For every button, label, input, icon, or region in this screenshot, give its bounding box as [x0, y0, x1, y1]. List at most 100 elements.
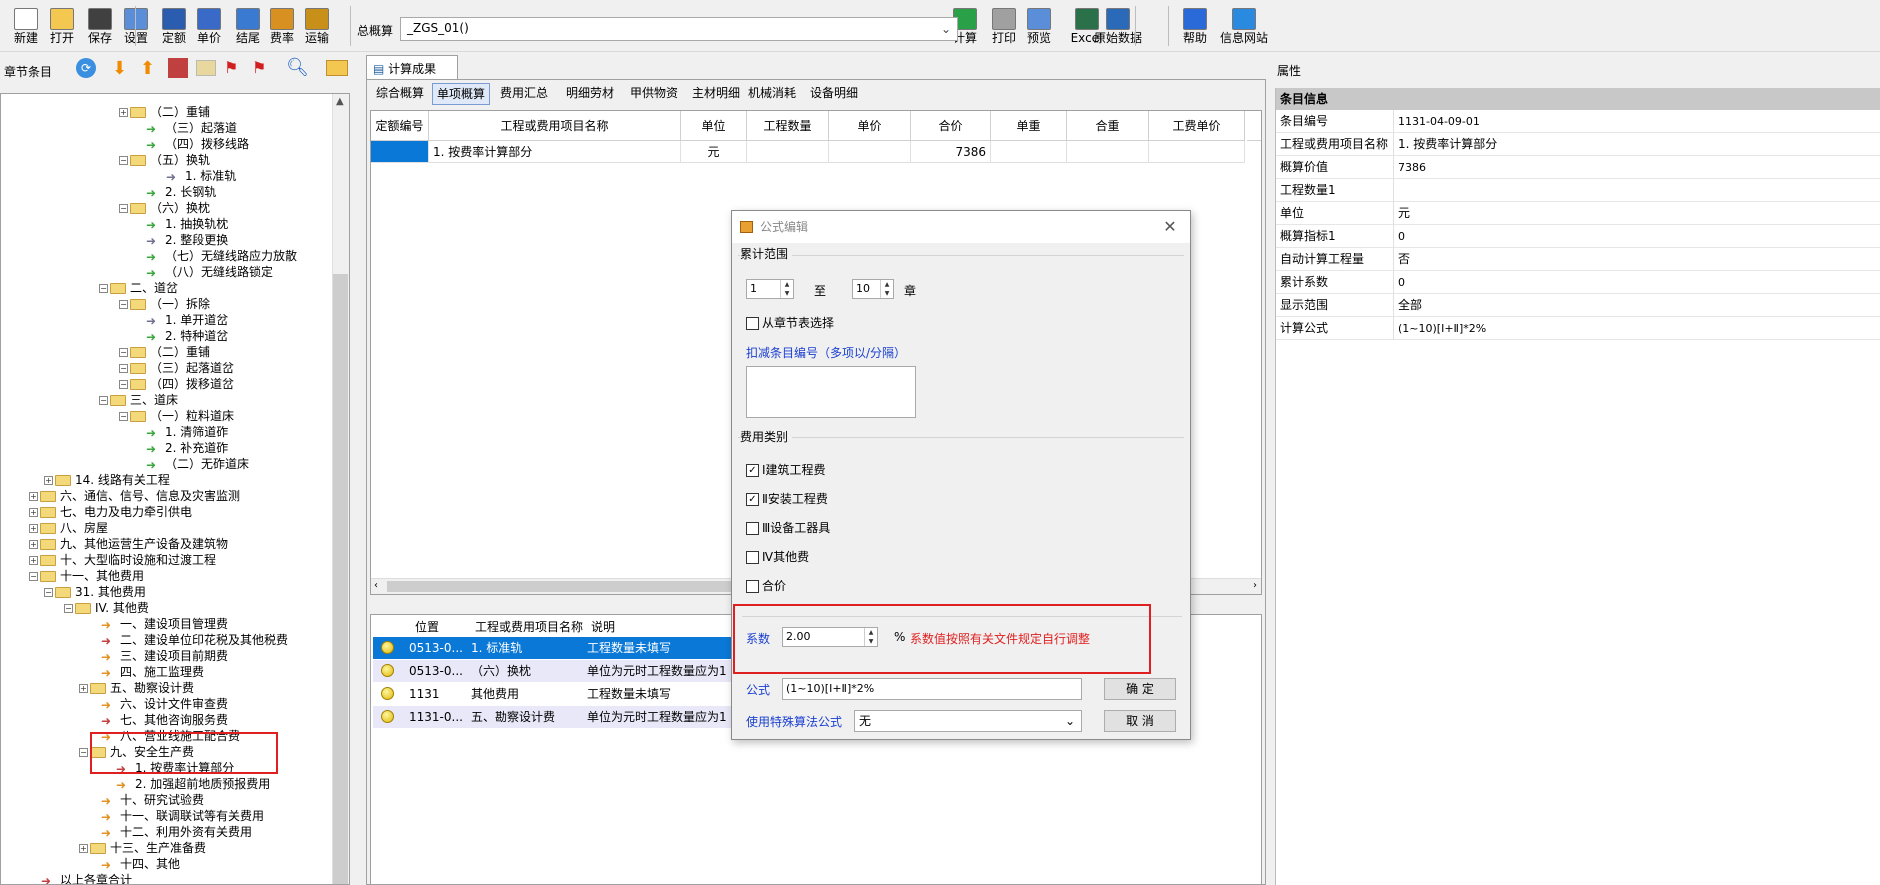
tree-node[interactable]: + （二）重铺: [119, 104, 210, 120]
expand-toggle-icon[interactable]: −: [29, 572, 38, 581]
attribute-value[interactable]: 全部: [1393, 294, 1880, 317]
tree-node[interactable]: − （五）换轨: [119, 152, 210, 168]
tree-node[interactable]: ➜ 以上各章合计: [41, 872, 132, 884]
fee-checkbox-1[interactable]: ✓ Ⅰ建筑工程费: [746, 462, 826, 478]
tree-node[interactable]: − IV. 其他费: [64, 600, 149, 616]
tree-node[interactable]: ➜ 1. 单开道岔: [146, 312, 228, 328]
attribute-value[interactable]: 否: [1393, 248, 1880, 271]
table-cell[interactable]: [829, 141, 911, 163]
tree-node[interactable]: − 三、道床: [99, 392, 178, 408]
tree-node[interactable]: +14. 线路有关工程: [44, 472, 170, 488]
tree-node[interactable]: − 31. 其他费用: [44, 584, 146, 600]
book-icon[interactable]: [196, 60, 216, 76]
fee-checkbox-4[interactable]: Ⅳ其他费: [746, 549, 809, 565]
checkbox-box[interactable]: ✓: [746, 493, 759, 506]
tree-node[interactable]: ➜ （七）无缝线路应力放散: [146, 248, 297, 264]
scroll-right-icon[interactable]: ›: [1253, 580, 1257, 591]
subtab-2[interactable]: 单项概算: [432, 83, 491, 105]
expand-toggle-icon[interactable]: +: [119, 108, 128, 117]
move-up-icon[interactable]: ⬆: [140, 58, 155, 79]
table-cell[interactable]: 7386: [911, 141, 991, 163]
from-chapter-table-checkbox[interactable]: 从章节表选择: [746, 315, 834, 331]
tree-node[interactable]: + 十三、生产准备费: [79, 840, 206, 856]
tree-node[interactable]: + 十、大型临时设施和过渡工程: [29, 552, 216, 568]
check-column-header[interactable]: 位置: [411, 617, 439, 637]
tree-node[interactable]: ➜ 二、建设单位印花税及其他税费: [101, 632, 288, 648]
expand-toggle-icon[interactable]: +: [79, 844, 88, 853]
table-cell[interactable]: 1. 按费率计算部分: [429, 141, 681, 163]
tree-node[interactable]: ➜ 十一、联调联试等有关费用: [101, 808, 264, 824]
tree-node[interactable]: − （三）起落道岔: [119, 360, 234, 376]
spinner-arrows-icon[interactable]: ▲ ▼: [880, 280, 893, 298]
checkbox-box[interactable]: ✓: [746, 464, 759, 477]
attribute-value[interactable]: 7386: [1393, 156, 1880, 179]
chart-icon[interactable]: [168, 58, 188, 78]
column-header[interactable]: 定额编号: [371, 111, 429, 141]
column-header[interactable]: 工费单价: [1149, 111, 1245, 141]
attribute-row[interactable]: 显示范围 全部: [1276, 294, 1880, 317]
tree-node[interactable]: ➜ 1. 清筛道砟: [146, 424, 228, 440]
column-header[interactable]: 单重: [991, 111, 1067, 141]
tree-node[interactable]: ➜ （二）无砟道床: [146, 456, 249, 472]
table-cell[interactable]: [1067, 141, 1149, 163]
expand-toggle-icon[interactable]: +: [29, 492, 38, 501]
tree-node[interactable]: ➜ 2. 补充道砟: [146, 440, 228, 456]
from-chapter-spinner[interactable]: 1 ▲ ▼: [746, 279, 794, 299]
check-column-header[interactable]: 说明: [587, 617, 615, 637]
table-cell[interactable]: [371, 141, 429, 163]
tree-node[interactable]: ➜ 1. 标准轨: [166, 168, 236, 184]
attribute-value[interactable]: 元: [1393, 202, 1880, 225]
attribute-row[interactable]: 概算价值 7386: [1276, 156, 1880, 179]
toolbar-open-folder-button[interactable]: 打开: [42, 6, 82, 50]
check-column-header[interactable]: 工程或费用项目名称: [471, 617, 583, 637]
toolbar-help-button[interactable]: 帮助: [1175, 6, 1215, 50]
toolbar-raw-data-button[interactable]: 原始数据: [1092, 6, 1144, 50]
project-select[interactable]: _ZGS_01() ⌄: [400, 17, 958, 41]
expand-toggle-icon[interactable]: +: [44, 476, 53, 485]
expand-toggle-icon[interactable]: −: [99, 396, 108, 405]
column-header[interactable]: 合重: [1067, 111, 1149, 141]
attribute-row[interactable]: 条目编号 1131-04-09-01: [1276, 110, 1880, 133]
tree-node[interactable]: ➜ （四）拨移线路: [146, 136, 249, 152]
attribute-value[interactable]: [1393, 179, 1880, 202]
tree-node[interactable]: ➜ 一、建设项目管理费: [101, 616, 228, 632]
flag-left-icon[interactable]: ⚑: [224, 58, 238, 77]
tree-node[interactable]: + 九、其他运营生产设备及建筑物: [29, 536, 228, 552]
tree-node[interactable]: + 七、电力及电力牵引供电: [29, 504, 192, 520]
tree-node[interactable]: − （六）换枕: [119, 200, 210, 216]
attribute-row[interactable]: 单位 元: [1276, 202, 1880, 225]
checkbox-box[interactable]: [746, 317, 759, 330]
tab-results[interactable]: ▤ 计算成果: [366, 55, 458, 79]
deduct-input[interactable]: [746, 366, 916, 418]
attribute-row[interactable]: 累计系数 0: [1276, 271, 1880, 294]
attribute-value[interactable]: 0: [1393, 225, 1880, 248]
toolbar-new-file-button[interactable]: 新建: [6, 6, 46, 50]
ok-button[interactable]: 确 定: [1104, 678, 1176, 700]
attribute-row[interactable]: 自动计算工程量 否: [1276, 248, 1880, 271]
subtab-5[interactable]: 甲供物资: [626, 83, 682, 105]
subtab-7[interactable]: 机械消耗: [744, 83, 800, 105]
subtab-3[interactable]: 费用汇总: [496, 83, 552, 105]
tree-node[interactable]: − （四）拨移道岔: [119, 376, 234, 392]
toolbar-quota-button[interactable]: 定额: [154, 6, 194, 50]
tree-node[interactable]: ➜ 1. 抽换轨枕: [146, 216, 228, 232]
fee-checkbox-5[interactable]: 合价: [746, 578, 786, 594]
fee-checkbox-3[interactable]: Ⅲ设备工器具: [746, 520, 830, 536]
column-header[interactable]: 工程或费用项目名称: [429, 111, 681, 141]
tree-node[interactable]: ➜ 2. 加强超前地质预报费用: [116, 776, 270, 792]
column-header[interactable]: 工程数量: [747, 111, 829, 141]
expand-toggle-icon[interactable]: +: [29, 524, 38, 533]
column-header[interactable]: 单价: [829, 111, 911, 141]
attribute-value[interactable]: 0: [1393, 271, 1880, 294]
tree-scroll-thumb[interactable]: [333, 274, 348, 884]
formula-input[interactable]: (1~10)[Ⅰ+Ⅱ]*2%: [782, 678, 1082, 700]
close-icon[interactable]: ✕: [1160, 217, 1180, 237]
tree-node[interactable]: ➜ 十二、利用外资有关费用: [101, 824, 252, 840]
attribute-row[interactable]: 概算指标1 0: [1276, 225, 1880, 248]
scroll-left-icon[interactable]: ‹: [374, 580, 378, 591]
tree-node[interactable]: ➜ 2. 长钢轨: [146, 184, 216, 200]
tree-node[interactable]: + 六、通信、信号、信息及灾害监测: [29, 488, 240, 504]
expand-toggle-icon[interactable]: +: [29, 540, 38, 549]
checkbox-box[interactable]: [746, 522, 759, 535]
folder-icon[interactable]: [326, 60, 348, 76]
